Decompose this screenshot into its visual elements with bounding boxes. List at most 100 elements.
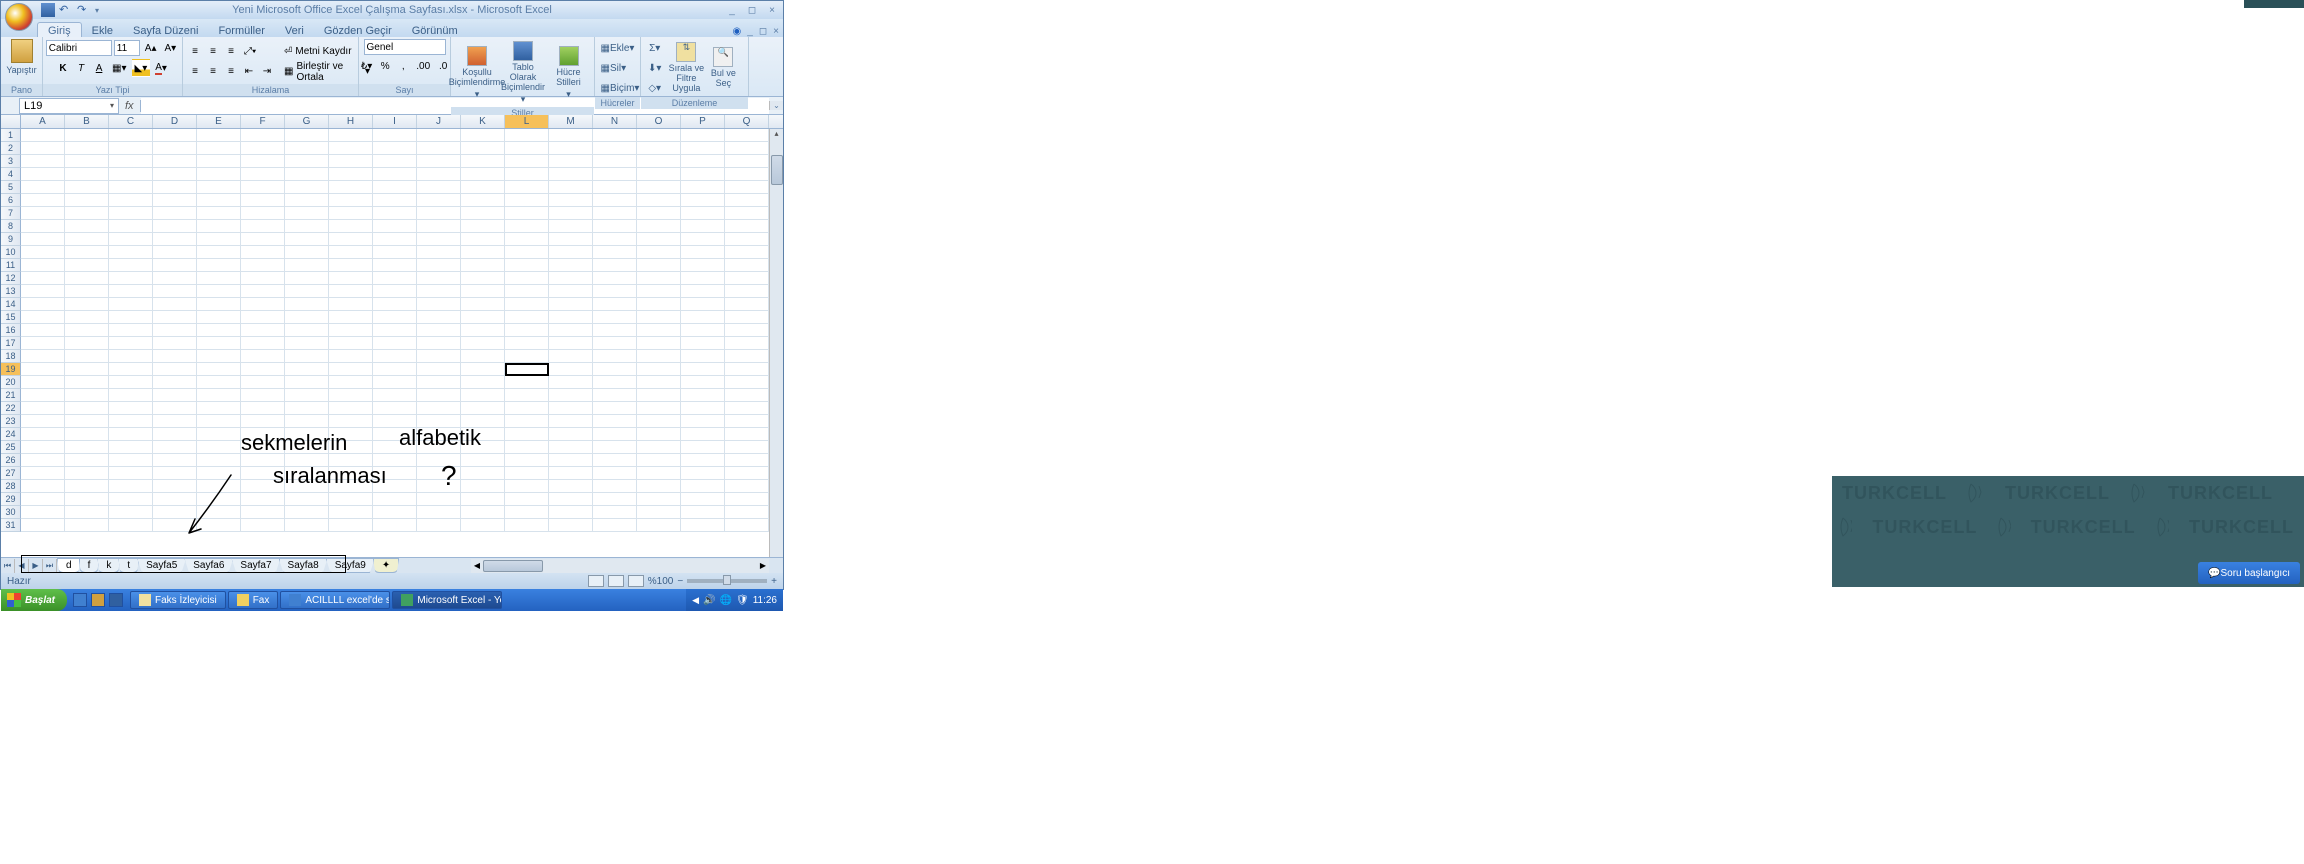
row-header[interactable]: 1: [1, 129, 21, 142]
cell[interactable]: [329, 220, 373, 233]
cell[interactable]: [637, 389, 681, 402]
cell[interactable]: [285, 324, 329, 337]
cell[interactable]: [505, 454, 549, 467]
cell[interactable]: [109, 233, 153, 246]
name-box-input[interactable]: [24, 100, 94, 112]
cell[interactable]: [65, 272, 109, 285]
cell[interactable]: [109, 324, 153, 337]
cell[interactable]: [109, 402, 153, 415]
cell[interactable]: [153, 311, 197, 324]
cell[interactable]: [21, 181, 65, 194]
cell[interactable]: [505, 441, 549, 454]
cell[interactable]: [417, 155, 461, 168]
cell[interactable]: [329, 519, 373, 532]
cell[interactable]: [373, 129, 417, 142]
cell[interactable]: [153, 220, 197, 233]
cell[interactable]: [681, 246, 725, 259]
cell[interactable]: [109, 506, 153, 519]
cell[interactable]: [21, 259, 65, 272]
row-header[interactable]: 17: [1, 337, 21, 350]
cell[interactable]: [241, 441, 285, 454]
cell[interactable]: [109, 285, 153, 298]
cell[interactable]: [373, 441, 417, 454]
cell[interactable]: [681, 480, 725, 493]
row-header[interactable]: 23: [1, 415, 21, 428]
cell[interactable]: [329, 376, 373, 389]
row-header[interactable]: 28: [1, 480, 21, 493]
sheet-tab[interactable]: Sayfa5: [137, 558, 186, 573]
cell[interactable]: [241, 506, 285, 519]
cell[interactable]: [21, 454, 65, 467]
cell[interactable]: [681, 389, 725, 402]
row-header[interactable]: 15: [1, 311, 21, 324]
cell[interactable]: [505, 207, 549, 220]
cell[interactable]: [153, 142, 197, 155]
cell[interactable]: [109, 350, 153, 363]
column-header-E[interactable]: E: [197, 115, 241, 128]
cell[interactable]: [285, 467, 329, 480]
cell[interactable]: [285, 194, 329, 207]
cell[interactable]: [329, 467, 373, 480]
cell[interactable]: [681, 194, 725, 207]
cell[interactable]: [549, 441, 593, 454]
cell[interactable]: [725, 272, 769, 285]
cell[interactable]: [725, 402, 769, 415]
cell[interactable]: [197, 246, 241, 259]
cell[interactable]: [285, 428, 329, 441]
cell[interactable]: [681, 272, 725, 285]
paste-label[interactable]: Yapıştır: [6, 65, 36, 75]
cell[interactable]: [329, 506, 373, 519]
cell[interactable]: [373, 142, 417, 155]
cell[interactable]: [461, 389, 505, 402]
cell[interactable]: [153, 194, 197, 207]
cell[interactable]: [637, 376, 681, 389]
cell[interactable]: [417, 493, 461, 506]
cell[interactable]: [153, 181, 197, 194]
cell[interactable]: [549, 363, 593, 376]
cell[interactable]: [21, 350, 65, 363]
doc-close-button[interactable]: ×: [773, 26, 779, 37]
cell[interactable]: [197, 311, 241, 324]
cell[interactable]: [197, 428, 241, 441]
cell[interactable]: [593, 506, 637, 519]
cell[interactable]: [681, 519, 725, 532]
cell[interactable]: [593, 259, 637, 272]
cell[interactable]: [153, 259, 197, 272]
tab-page-layout[interactable]: Sayfa Düzeni: [123, 23, 208, 37]
cell[interactable]: [241, 259, 285, 272]
taskbar-item[interactable]: Microsoft Excel - Yeni...: [392, 591, 502, 609]
cell[interactable]: [637, 324, 681, 337]
cell[interactable]: [417, 142, 461, 155]
cell[interactable]: [21, 168, 65, 181]
cell[interactable]: [153, 155, 197, 168]
cell[interactable]: [417, 337, 461, 350]
horizontal-scrollbar[interactable]: ◀ ▶: [471, 559, 769, 573]
cell[interactable]: [725, 415, 769, 428]
cell[interactable]: [593, 337, 637, 350]
cell[interactable]: [725, 480, 769, 493]
cell[interactable]: [505, 480, 549, 493]
cell[interactable]: [593, 519, 637, 532]
cell[interactable]: [65, 298, 109, 311]
cell[interactable]: [505, 350, 549, 363]
cell[interactable]: [725, 493, 769, 506]
restore-button[interactable]: ◻: [745, 5, 759, 15]
cell[interactable]: [109, 298, 153, 311]
column-header-Q[interactable]: Q: [725, 115, 769, 128]
scroll-right-button[interactable]: ▶: [757, 561, 769, 570]
cell[interactable]: [285, 220, 329, 233]
cell[interactable]: [681, 402, 725, 415]
select-all-button[interactable]: [1, 115, 21, 128]
cell[interactable]: [197, 324, 241, 337]
cell[interactable]: [593, 272, 637, 285]
cell[interactable]: [329, 246, 373, 259]
cell[interactable]: [725, 181, 769, 194]
cell[interactable]: [329, 298, 373, 311]
cell[interactable]: [65, 428, 109, 441]
increase-indent-button[interactable]: ⇥: [259, 63, 275, 81]
delete-cells-button[interactable]: ▦Sil▾: [598, 59, 638, 77]
cell[interactable]: [637, 142, 681, 155]
cell[interactable]: [681, 311, 725, 324]
save-icon[interactable]: [41, 3, 55, 17]
cell[interactable]: [109, 246, 153, 259]
